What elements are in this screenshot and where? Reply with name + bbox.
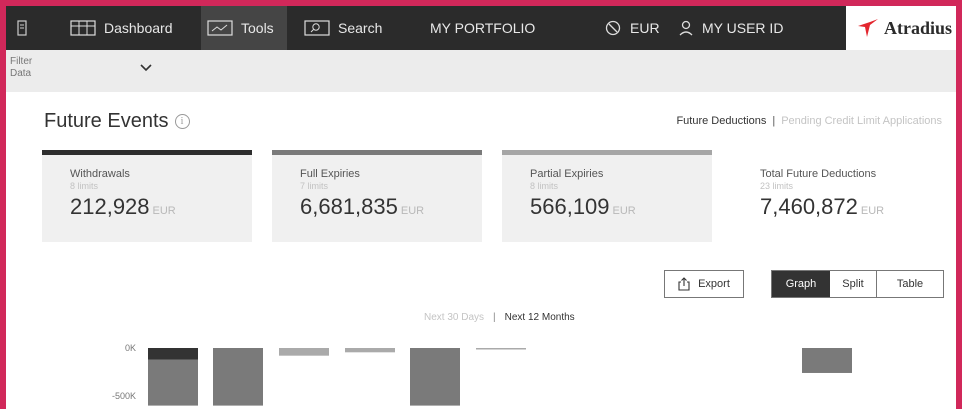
card-currency: EUR <box>152 205 176 217</box>
chart-bar-full[interactable] <box>410 348 460 406</box>
tab-pending-credit-limit-applications[interactable]: Pending Credit Limit Applications <box>781 115 942 127</box>
card-subtitle: 23 limits <box>760 181 794 191</box>
card-accent-bar <box>272 150 482 155</box>
chart-bar-full[interactable] <box>802 348 852 373</box>
summary-cards: Withdrawals 8 limits 212,928 EUR Full Exp… <box>42 150 942 242</box>
chart-bar-full[interactable] <box>148 359 198 406</box>
atradius-logo-icon <box>857 19 878 37</box>
period-separator: | <box>493 312 496 323</box>
card-withdrawals[interactable]: Withdrawals 8 limits 212,928 EUR <box>42 150 252 242</box>
card-value: 566,109 <box>530 194 610 219</box>
view-toggle: Graph Split Table <box>771 270 944 298</box>
deduction-tabs: Future Deductions | Pending Credit Limit A… <box>676 115 942 127</box>
card-value-row: 212,928 EUR <box>70 194 252 220</box>
period-next-30-days[interactable]: Next 30 Days <box>424 312 484 323</box>
menu-icon[interactable] <box>12 6 32 50</box>
nav-tools-label: Tools <box>241 20 274 36</box>
coins-icon <box>605 20 621 36</box>
nav-my-portfolio[interactable]: MY PORTFOLIO <box>430 6 535 50</box>
future-deductions-chart: 0K -500K <box>112 343 852 406</box>
card-value-row: 6,681,835 EUR <box>300 194 482 220</box>
export-label: Export <box>698 278 730 290</box>
export-button[interactable]: Export <box>664 270 744 298</box>
period-next-12-months[interactable]: Next 12 Months <box>505 312 575 323</box>
info-icon[interactable]: i <box>174 114 190 129</box>
card-title: Total Future Deductions <box>760 168 877 180</box>
tab-future-deductions[interactable]: Future Deductions <box>676 115 766 127</box>
top-nav-bar: Dashboard Tools Search MY PORTFOLIO EUR … <box>6 6 956 50</box>
chart-bar-withdrawals[interactable] <box>148 348 198 360</box>
nav-my-portfolio-label: MY PORTFOLIO <box>430 20 536 36</box>
card-subtitle: 8 limits <box>70 181 99 191</box>
chart-bar-partial[interactable] <box>345 348 395 353</box>
nav-search-label: Search <box>338 20 383 36</box>
tab-separator: | <box>772 115 776 127</box>
card-currency: EUR <box>860 205 885 217</box>
page-title: Future Events i <box>44 110 190 133</box>
card-currency: EUR <box>612 205 636 217</box>
card-title: Full Expiries <box>300 168 360 180</box>
card-value: 7,460,872 <box>760 194 858 219</box>
brand-logo: Atradius <box>846 6 956 50</box>
card-accent-bar <box>42 150 252 155</box>
currency-label: EUR <box>630 20 660 36</box>
card-partial-expiries[interactable]: Partial Expiries 8 limits 566,109 EUR <box>502 150 712 242</box>
currency-selector[interactable]: EUR <box>604 6 660 50</box>
search-icon <box>304 20 330 36</box>
y-tick-label: -500K <box>112 391 136 401</box>
user-label: MY USER ID <box>702 20 784 36</box>
filter-data-label: Filter Data <box>10 56 33 79</box>
card-title: Partial Expiries <box>530 168 604 180</box>
card-title: Withdrawals <box>70 168 130 180</box>
export-icon <box>678 277 690 291</box>
chart-icon <box>207 20 233 36</box>
card-value: 6,681,835 <box>300 194 398 219</box>
nav-tools[interactable]: Tools <box>201 6 287 50</box>
view-graph-button[interactable]: Graph <box>772 271 830 297</box>
chart-bar-full[interactable] <box>213 348 263 406</box>
card-currency: EUR <box>400 205 425 217</box>
filter-bar: Filter Data <box>6 50 956 92</box>
card-subtitle: 7 limits <box>300 181 329 191</box>
chart-bar-partial[interactable] <box>476 348 526 350</box>
card-value: 212,928 <box>70 194 150 219</box>
page-title-text: Future Events <box>44 110 169 132</box>
view-split-button[interactable]: Split <box>830 271 877 297</box>
card-value-row: 566,109 EUR <box>530 194 712 220</box>
app-frame: Dashboard Tools Search MY PORTFOLIO EUR … <box>6 6 956 409</box>
card-total-future-deductions: Total Future Deductions 23 limits 7,460,… <box>732 150 942 242</box>
nav-dashboard[interactable]: Dashboard <box>66 6 192 50</box>
grid-icon <box>70 20 96 36</box>
user-menu[interactable]: MY USER ID <box>678 6 783 50</box>
card-full-expiries[interactable]: Full Expiries 7 limits 6,681,835 EUR <box>272 150 482 242</box>
period-selector: Next 30 Days | Next 12 Months <box>424 312 575 323</box>
user-icon <box>679 20 693 36</box>
card-value-row: 7,460,872 EUR <box>760 194 942 220</box>
card-subtitle: 8 limits <box>530 181 559 191</box>
y-tick-label: 0K <box>125 343 136 353</box>
card-accent-bar <box>502 150 712 155</box>
brand-name: Atradius <box>883 17 952 38</box>
nav-search[interactable]: Search <box>304 6 404 50</box>
chevron-down-icon[interactable] <box>140 64 152 72</box>
nav-dashboard-label: Dashboard <box>104 20 173 36</box>
view-table-button[interactable]: Table <box>877 271 943 297</box>
chart-bar-partial[interactable] <box>279 348 329 356</box>
